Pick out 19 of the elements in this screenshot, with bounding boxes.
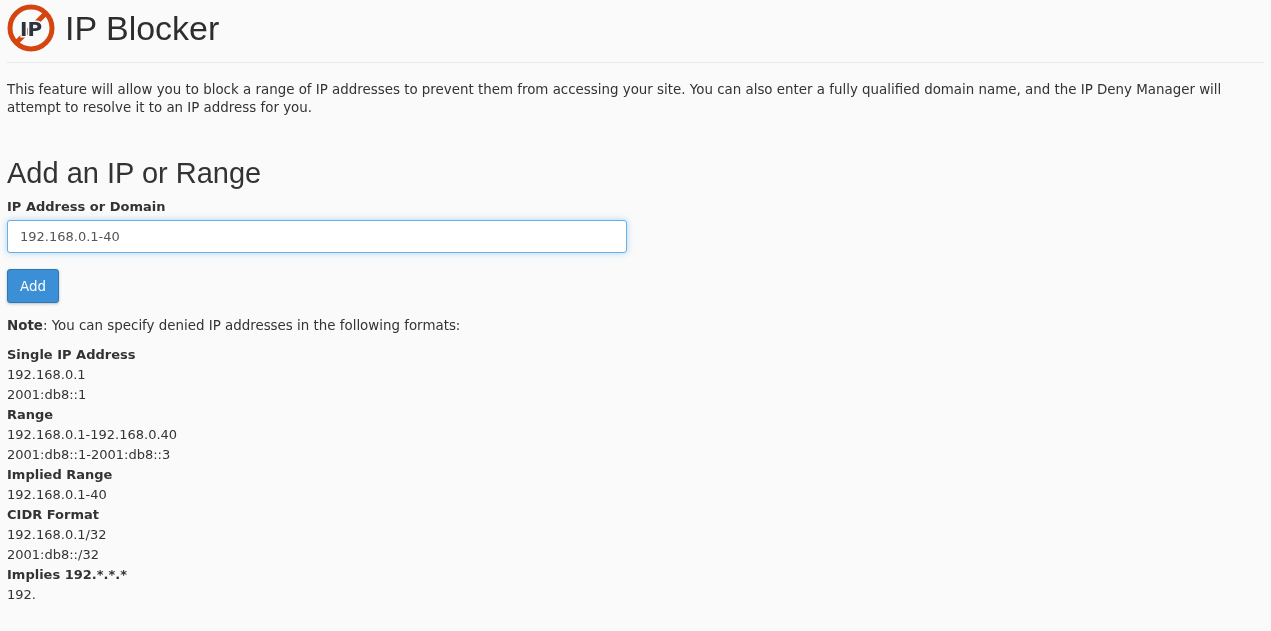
format-title: CIDR Format [7, 506, 100, 524]
format-title: Implied Range [7, 466, 114, 484]
format-title: Implies 192.*.*.* [7, 566, 129, 584]
ip-address-field[interactable]: 192.168.0.1-40 [7, 220, 627, 253]
note-text: Note: You can specify denied IP addresses in the following formats: [7, 318, 462, 333]
format-example: 192.168.0.1-40 [7, 486, 108, 504]
description-text: This feature will allow you to block a range of IP addresses to prevent them from accessing your site. You can also enter a fully qualified domain name, and the IP Deny Manager will attempt to resolve it to an IP address for you. [7, 81, 1223, 117]
field-label: IP Address or Domain [7, 199, 167, 214]
section-heading: Add an IP or Range [7, 156, 263, 191]
page-title: IP Blocker [65, 8, 220, 48]
format-example: 2001:db8::1 [7, 386, 88, 404]
format-example: 192.168.0.1/32 [7, 526, 108, 544]
format-title: Single IP Address [7, 346, 137, 364]
format-title: Range [7, 406, 55, 424]
format-example: 192.168.0.1-192.168.0.40 [7, 426, 179, 444]
format-example: 192.168.0.1 [7, 366, 87, 384]
format-example: 2001:db8::/32 [7, 546, 100, 564]
format-example: 2001:db8::1-2001:db8::3 [7, 446, 172, 464]
format-example: 192. [7, 586, 37, 604]
